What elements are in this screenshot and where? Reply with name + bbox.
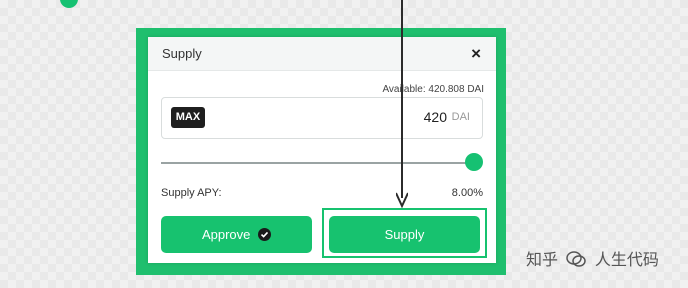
amount-input[interactable]: MAX 420 DAI — [161, 97, 483, 139]
modal-title: Supply — [162, 46, 202, 61]
supply-apy-label: Supply APY: — [161, 187, 222, 199]
amount-value[interactable]: 420 — [424, 109, 447, 125]
amount-unit: DAI — [451, 111, 470, 123]
max-button[interactable]: MAX — [171, 107, 205, 128]
close-icon[interactable]: × — [471, 44, 481, 64]
approve-button-label: Approve — [201, 227, 251, 242]
supply-button-highlight — [322, 208, 487, 258]
watermark-author: 人生代码 — [594, 252, 659, 269]
decorative-dot — [60, 0, 78, 8]
amount-slider[interactable] — [161, 153, 484, 171]
slider-fill — [161, 162, 475, 164]
approve-button[interactable]: Approve — [161, 216, 312, 253]
watermark: 知乎 人生代码 — [526, 246, 659, 273]
slider-thumb[interactable] — [465, 153, 484, 171]
modal-header: Supply × — [148, 37, 496, 71]
check-circle-icon — [258, 228, 272, 241]
arrow-down-icon — [396, 0, 408, 209]
wechat-logo-icon — [566, 250, 587, 273]
supply-apy-value: 8.00% — [451, 187, 483, 199]
watermark-zhihu: 知乎 — [526, 252, 559, 269]
